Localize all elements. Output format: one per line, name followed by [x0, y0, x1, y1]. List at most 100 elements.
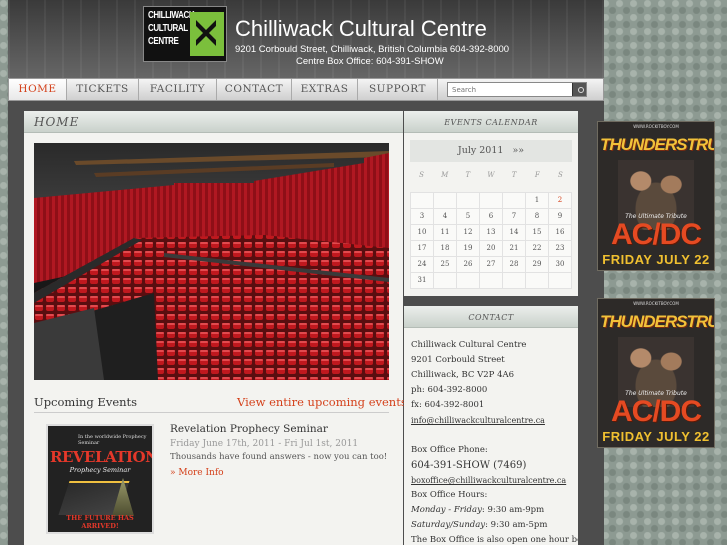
calendar-header: EVENTS CALENDAR: [404, 111, 578, 133]
calendar-day[interactable]: 9: [549, 209, 572, 225]
contact-body: Chilliwack Cultural Centre 9201 Corbould…: [411, 338, 578, 545]
calendar-day[interactable]: 30: [549, 257, 572, 273]
ad-date: FRIDAY JULY 22: [602, 252, 710, 267]
calendar-day[interactable]: 20: [480, 241, 503, 257]
calendar-day[interactable]: 11: [434, 225, 457, 241]
contact-fax: fx: 604-392-8001: [411, 400, 485, 410]
calendar-day: [503, 273, 526, 289]
logo-mark-icon: [190, 12, 224, 56]
ad-date: FRIDAY JULY 22: [602, 429, 710, 444]
calendar-day[interactable]: 16: [549, 225, 572, 241]
calendar-day[interactable]: 26: [457, 257, 480, 273]
calendar-day: [457, 273, 480, 289]
calendar-weekday: S: [558, 171, 563, 179]
calendar-day: [457, 193, 480, 209]
nav-item-support[interactable]: SUPPORT: [358, 79, 438, 100]
contact-street: 9201 Corbould Street: [411, 355, 505, 365]
calendar-day[interactable]: 12: [457, 225, 480, 241]
hours-weekend-day: Saturday/Sunday: [411, 520, 486, 530]
calendar-day[interactable]: 29: [526, 257, 549, 273]
hours-weekend: Saturday/Sunday: 9:30 am-5pm: [411, 518, 578, 533]
calendar-week-row: 10 11 12 13 14 15 16: [411, 225, 572, 241]
ad-site: WWW.ROCKITBOY.COM: [633, 301, 679, 306]
hours-label: Box Office Hours:: [411, 490, 488, 500]
more-info-link[interactable]: » More Info: [170, 468, 224, 478]
calendar-weekday: T: [511, 171, 517, 179]
header-address: 9201 Corbould Street, Chilliwack, Britis…: [235, 44, 510, 55]
main-header: HOME: [24, 111, 403, 133]
calendar-day[interactable]: 17: [411, 241, 434, 257]
site-header: CHILLIWACK CULTURAL CENTRE Chilliwack Cult…: [8, 0, 604, 78]
calendar-month: July 2011: [457, 145, 504, 156]
calendar-day: [434, 273, 457, 289]
nav-item-contact[interactable]: CONTACT: [217, 79, 292, 100]
calendar-day[interactable]: 13: [480, 225, 503, 241]
poster-top-text: In the worldwide Prophecy Seminar: [78, 434, 147, 446]
box-office-label: Box Office Phone:: [411, 445, 488, 455]
calendar-weekdays: SMTWTFS: [410, 171, 572, 179]
upcoming-events-heading: Upcoming Events: [34, 395, 138, 409]
calendar-weekday: S: [419, 171, 424, 179]
box-office-note: The Box Office is also open one hour bef…: [411, 535, 578, 545]
calendar-weekday: T: [465, 171, 471, 179]
calendar-day[interactable]: 3: [411, 209, 434, 225]
calendar-day[interactable]: 1: [526, 193, 549, 209]
search-input[interactable]: [448, 83, 571, 96]
calendar-day[interactable]: 21: [503, 241, 526, 257]
calendar-day[interactable]: 8: [526, 209, 549, 225]
calendar-weekday: M: [441, 171, 449, 179]
calendar-day: [549, 273, 572, 289]
event-date: Friday June 17th, 2011 - Fri Jul 1st, 20…: [170, 439, 359, 449]
divider: [34, 412, 389, 413]
ad-banner-thunderstruck-2[interactable]: WWW.ROCKITBOY.COM THUNDERSTRUCK The Ulti…: [597, 298, 715, 448]
contact-email-link[interactable]: info@chilliwackculturalcentre.ca: [411, 413, 578, 428]
calendar-weekday: W: [487, 171, 495, 179]
nav-item-tickets[interactable]: TICKETS: [67, 79, 139, 100]
hours-weekend-time: : 9:30 am-5pm: [485, 520, 548, 530]
calendar-day[interactable]: 10: [411, 225, 434, 241]
nav-item-facility[interactable]: FACILITY: [139, 79, 217, 100]
search-box: [447, 82, 587, 97]
ad-banner-thunderstruck[interactable]: WWW.ROCKITBOY.COM THUNDERSTRUCK The Ulti…: [597, 121, 715, 271]
calendar-day[interactable]: 23: [549, 241, 572, 257]
contact-name: Chilliwack Cultural Centre: [411, 340, 527, 350]
calendar-day[interactable]: 2: [549, 193, 572, 209]
calendar-day[interactable]: 7: [503, 209, 526, 225]
calendar-day[interactable]: 18: [434, 241, 457, 257]
calendar-day: [480, 193, 503, 209]
calendar-day: [526, 273, 549, 289]
calendar-day[interactable]: 24: [411, 257, 434, 273]
calendar-day: [411, 193, 434, 209]
calendar-day[interactable]: 31: [411, 273, 434, 289]
calendar-week-row: 3456789: [411, 209, 572, 225]
page-title: HOME: [34, 115, 80, 129]
contact-panel: CONTACT Chilliwack Cultural Centre 9201 …: [404, 306, 578, 545]
calendar-day[interactable]: 6: [480, 209, 503, 225]
ad-band-name: AC/DC: [611, 395, 702, 428]
header-box-office: Centre Box Office: 604-391-SHOW: [296, 56, 444, 67]
calendar-day: [480, 273, 503, 289]
next-month-button[interactable]: »»: [512, 145, 524, 156]
calendar-day[interactable]: 15: [526, 225, 549, 241]
theatre-seating-image: [34, 143, 389, 380]
calendar-day[interactable]: 22: [526, 241, 549, 257]
poster-title: REVELATION: [50, 448, 154, 466]
event-title[interactable]: Revelation Prophecy Seminar: [170, 423, 328, 435]
calendar-day[interactable]: 14: [503, 225, 526, 241]
calendar-day[interactable]: 5: [457, 209, 480, 225]
ad-band-name: AC/DC: [611, 218, 702, 251]
nav-item-extras[interactable]: EXTRAS: [292, 79, 358, 100]
calendar-day[interactable]: 19: [457, 241, 480, 257]
calendar-day[interactable]: 25: [434, 257, 457, 273]
event-poster[interactable]: In the worldwide Prophecy Seminar REVELA…: [46, 424, 154, 534]
calendar-day[interactable]: 27: [480, 257, 503, 273]
site-logo[interactable]: CHILLIWACK CULTURAL CENTRE: [143, 6, 227, 62]
box-office-email-link[interactable]: boxoffice@chilliwackculturalcentre.ca: [411, 473, 578, 488]
poster-footer: THE FUTURE HAS ARRIVED!: [66, 514, 134, 530]
calendar-day[interactable]: 4: [434, 209, 457, 225]
nav-item-home[interactable]: HOME: [9, 79, 67, 100]
hours-weekday-time: : 9:30 am-9pm: [481, 505, 545, 515]
search-icon[interactable]: [572, 83, 586, 96]
calendar-day[interactable]: 28: [503, 257, 526, 273]
